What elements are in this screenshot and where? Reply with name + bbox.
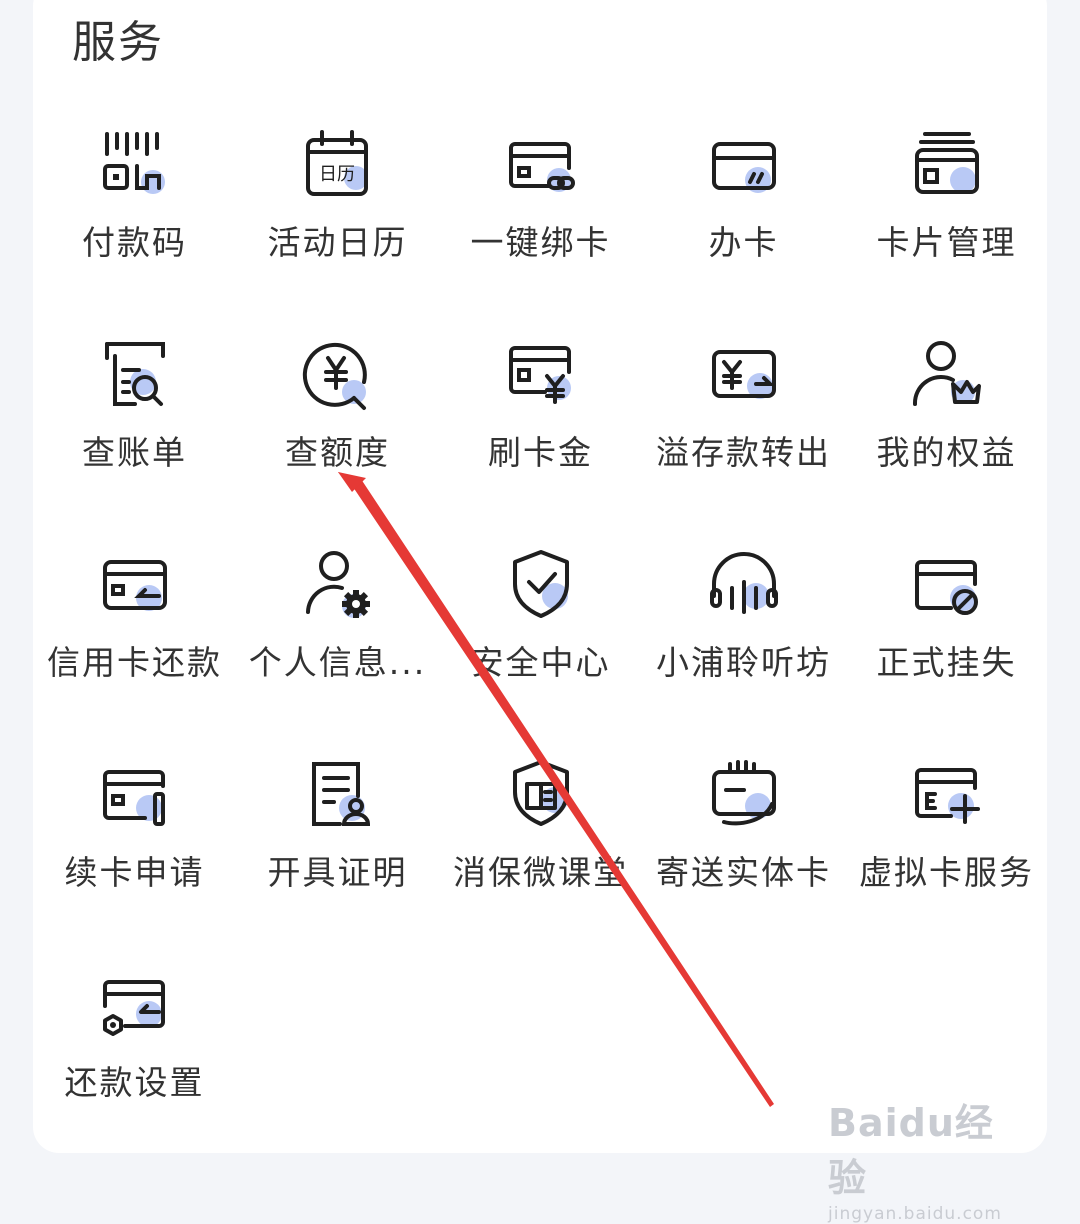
service-label: 开具证明 [267, 853, 408, 892]
service-label: 个人信息... [248, 643, 427, 682]
service-item-apply-card[interactable]: 办卡 [642, 110, 845, 290]
service-item-card-management[interactable]: 卡片管理 [845, 110, 1048, 290]
service-label: 我的权益 [876, 433, 1017, 472]
service-item-check-credit[interactable]: 查额度 [236, 320, 439, 500]
service-item-consumer-class[interactable]: 消保微课堂 [439, 740, 642, 920]
shield-book-icon [501, 756, 581, 836]
service-item-bind-card[interactable]: 一键绑卡 [439, 110, 642, 290]
service-item-deposit-transfer[interactable]: 溢存款转出 [642, 320, 845, 500]
service-label: 虚拟卡服务 [859, 853, 1034, 892]
service-item-security-center[interactable]: 安全中心 [439, 530, 642, 710]
service-label: 小浦聆听坊 [656, 643, 831, 682]
service-label: 寄送实体卡 [656, 853, 831, 892]
card-repay-icon [95, 546, 175, 626]
service-label: 查账单 [82, 433, 187, 472]
user-gear-icon [298, 546, 378, 626]
service-label: 溢存款转出 [656, 433, 831, 472]
service-item-personal-info[interactable]: 个人信息... [236, 530, 439, 710]
service-item-report-loss[interactable]: 正式挂失 [845, 530, 1048, 710]
service-label: 消保微课堂 [453, 853, 628, 892]
card-block-icon [907, 546, 987, 626]
service-label: 一键绑卡 [470, 223, 611, 262]
service-item-virtual-card[interactable]: 虚拟卡服务 [845, 740, 1048, 920]
service-label: 信用卡还款 [47, 643, 222, 682]
service-item-my-benefits[interactable]: 我的权益 [845, 320, 1048, 500]
service-label: 查额度 [285, 433, 390, 472]
card-settings-icon [95, 966, 175, 1046]
user-crown-icon [907, 336, 987, 416]
calendar-icon: 日历 [298, 126, 378, 206]
yen-search-icon [298, 336, 378, 416]
service-label: 安全中心 [470, 643, 611, 682]
card-stack-icon [907, 126, 987, 206]
hand-card-icon [704, 756, 784, 836]
service-label: 正式挂失 [876, 643, 1017, 682]
service-item-repayment-settings[interactable]: 还款设置 [33, 950, 236, 1130]
service-label: 续卡申请 [64, 853, 205, 892]
watermark-logo: Baidu经验 [828, 1101, 994, 1200]
bill-search-icon [95, 336, 175, 416]
service-item-ship-card[interactable]: 寄送实体卡 [642, 740, 845, 920]
section-title: 服务 [72, 17, 164, 68]
card-apply-icon [704, 126, 784, 206]
service-label: 卡片管理 [876, 223, 1017, 262]
service-item-listening-room[interactable]: 小浦聆听坊 [642, 530, 845, 710]
card-renew-icon [95, 756, 175, 836]
watermark-url: jingyan.baidu.com [828, 1204, 1002, 1224]
service-label: 付款码 [82, 223, 187, 262]
shield-check-icon [501, 546, 581, 626]
document-user-icon [298, 756, 378, 836]
service-label: 还款设置 [64, 1063, 205, 1102]
service-label: 活动日历 [267, 223, 408, 262]
service-item-check-bill[interactable]: 查账单 [33, 320, 236, 500]
service-item-activity-calendar[interactable]: 日历 活动日历 [236, 110, 439, 290]
svg-text:日历: 日历 [319, 164, 355, 185]
service-label: 刷卡金 [488, 433, 593, 472]
yen-transfer-icon [704, 336, 784, 416]
service-label: 办卡 [708, 223, 779, 262]
card-link-icon [501, 126, 581, 206]
headphones-icon [704, 546, 784, 626]
service-item-renew-card[interactable]: 续卡申请 [33, 740, 236, 920]
card-yen-icon [501, 336, 581, 416]
baidu-watermark: Baidu经验 jingyan.baidu.com [828, 1092, 1028, 1224]
service-item-card-bonus[interactable]: 刷卡金 [439, 320, 642, 500]
service-item-issue-certificate[interactable]: 开具证明 [236, 740, 439, 920]
service-item-payment-code[interactable]: 付款码 [33, 110, 236, 290]
service-item-credit-repay[interactable]: 信用卡还款 [33, 530, 236, 710]
barcode-qr-icon [95, 126, 175, 206]
virtual-card-add-icon [907, 756, 987, 836]
